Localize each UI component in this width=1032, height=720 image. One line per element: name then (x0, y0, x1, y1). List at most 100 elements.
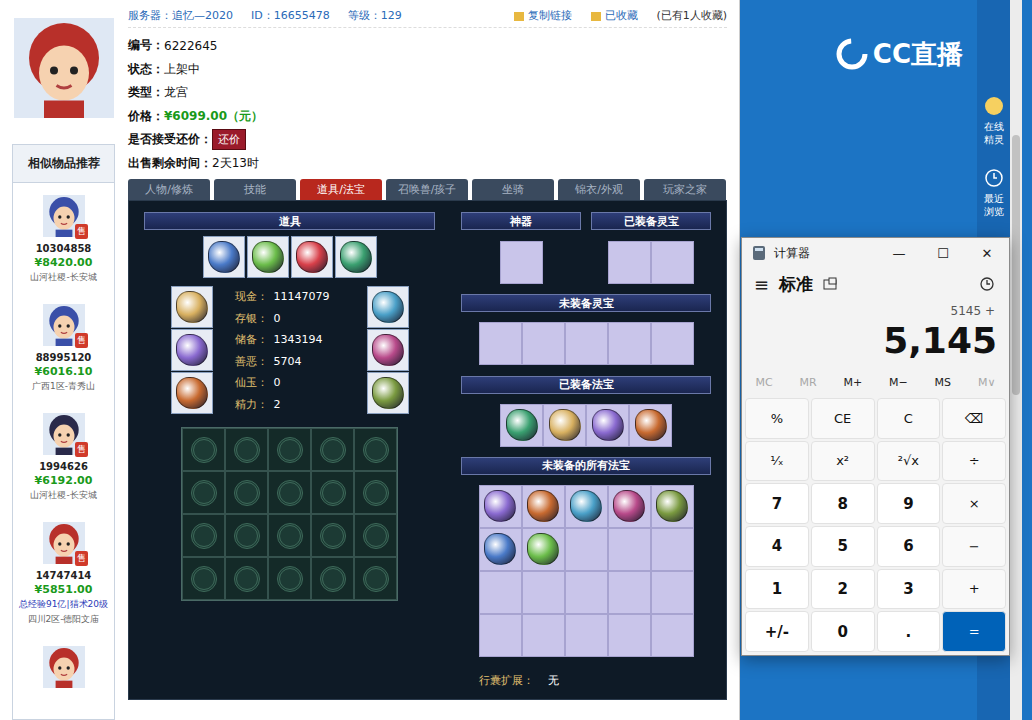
memory-button[interactable]: M∨ (978, 376, 996, 389)
side-button[interactable]: 最近浏览 (977, 164, 1010, 222)
bag-slot[interactable] (225, 471, 268, 514)
tab[interactable]: 人物/修炼 (128, 179, 210, 200)
sidebar-item[interactable]: 售1994626¥6192.00山河社稷-长安城 (13, 401, 114, 510)
memory-button[interactable]: M+ (843, 376, 862, 389)
side-button[interactable]: 在线精灵 (977, 92, 1010, 150)
bag-slot[interactable] (354, 471, 397, 514)
treasure-slot[interactable] (608, 614, 651, 657)
treasure-slot[interactable] (651, 571, 694, 614)
scrollbar[interactable] (1010, 0, 1022, 720)
treasure-slot[interactable] (651, 485, 694, 528)
bag-slot[interactable] (268, 428, 311, 471)
key-button[interactable]: % (745, 398, 809, 439)
tab[interactable]: 锦衣/外观 (558, 179, 640, 200)
treasure-slot[interactable] (608, 571, 651, 614)
bag-slot[interactable] (268, 471, 311, 514)
bag-slot[interactable] (311, 471, 354, 514)
treasure-slot[interactable] (565, 322, 608, 365)
item-slot[interactable] (291, 236, 333, 278)
key-button[interactable]: 0 (811, 611, 875, 652)
treasure-slot[interactable] (608, 485, 651, 528)
key-button[interactable]: 7 (745, 483, 809, 524)
treasure-slot[interactable] (608, 241, 651, 284)
sidebar-item[interactable]: 售10304858¥8420.00山河社稷-长安城 (13, 183, 114, 292)
key-button[interactable]: ¹⁄ₓ (745, 441, 809, 482)
window-control[interactable]: ✕ (965, 246, 1009, 261)
key-button[interactable]: 1 (745, 569, 809, 610)
treasure-slot[interactable] (565, 485, 608, 528)
item-slot[interactable] (171, 372, 213, 414)
key-button[interactable]: x² (811, 441, 875, 482)
tab[interactable]: 坐骑 (472, 179, 554, 200)
item-slot[interactable] (203, 236, 245, 278)
cc-logo[interactable]: CC直播 (835, 34, 963, 74)
bag-slot[interactable] (268, 514, 311, 557)
item-slot[interactable] (335, 236, 377, 278)
bag-slot[interactable] (311, 428, 354, 471)
treasure-slot[interactable] (522, 614, 565, 657)
sidebar-item[interactable]: 售88995120¥6016.10广西1区-青秀山 (13, 292, 114, 401)
memory-button[interactable]: MR (799, 376, 816, 389)
key-button[interactable]: +/- (745, 611, 809, 652)
treasure-slot[interactable] (500, 241, 543, 284)
bag-slot[interactable] (354, 514, 397, 557)
treasure-slot[interactable] (543, 404, 586, 447)
treasure-slot[interactable] (651, 614, 694, 657)
key-button[interactable]: = (942, 611, 1006, 652)
key-button[interactable]: 5 (811, 526, 875, 567)
treasure-slot[interactable] (565, 614, 608, 657)
treasure-slot[interactable] (479, 528, 522, 571)
key-button[interactable]: 8 (811, 483, 875, 524)
bag-slot[interactable] (268, 557, 311, 600)
treasure-slot[interactable] (479, 485, 522, 528)
bag-slot[interactable] (225, 514, 268, 557)
item-slot[interactable] (367, 286, 409, 328)
item-slot[interactable] (367, 372, 409, 414)
window-control[interactable]: — (877, 246, 921, 261)
key-button[interactable]: . (877, 611, 941, 652)
key-button[interactable]: − (942, 526, 1006, 567)
key-button[interactable]: 9 (877, 483, 941, 524)
item-slot[interactable] (171, 286, 213, 328)
memory-button[interactable]: MS (935, 376, 951, 389)
bag-slot[interactable] (182, 557, 225, 600)
key-button[interactable]: ⌫ (942, 398, 1006, 439)
key-button[interactable]: 6 (877, 526, 941, 567)
menu-button[interactable]: ≡ (754, 274, 769, 295)
keep-on-top-icon[interactable] (823, 277, 837, 291)
item-slot[interactable] (247, 236, 289, 278)
bag-slot[interactable] (311, 514, 354, 557)
sidebar-item[interactable] (13, 634, 114, 696)
bag-slot[interactable] (182, 514, 225, 557)
bag-slot[interactable] (225, 557, 268, 600)
favorite-button[interactable]: 已收藏 (590, 8, 638, 23)
item-slot[interactable] (367, 329, 409, 371)
treasure-slot[interactable] (651, 528, 694, 571)
treasure-slot[interactable] (479, 571, 522, 614)
copy-link-button[interactable]: 复制链接 (513, 8, 572, 23)
bag-slot[interactable] (354, 428, 397, 471)
key-button[interactable]: ÷ (942, 441, 1006, 482)
treasure-slot[interactable] (479, 614, 522, 657)
counter-offer-button[interactable]: 还价 (212, 129, 246, 150)
tab[interactable]: 玩家之家 (644, 179, 726, 200)
treasure-slot[interactable] (565, 571, 608, 614)
treasure-slot[interactable] (522, 528, 565, 571)
memory-button[interactable]: MC (755, 376, 772, 389)
key-button[interactable]: C (877, 398, 941, 439)
treasure-slot[interactable] (586, 404, 629, 447)
treasure-slot[interactable] (522, 485, 565, 528)
key-button[interactable]: ²√x (877, 441, 941, 482)
tab[interactable]: 道具/法宝 (300, 179, 382, 200)
key-button[interactable]: 3 (877, 569, 941, 610)
tab[interactable]: 召唤兽/孩子 (386, 179, 468, 200)
bag-slot[interactable] (311, 557, 354, 600)
treasure-slot[interactable] (651, 241, 694, 284)
treasure-slot[interactable] (522, 571, 565, 614)
key-button[interactable]: 2 (811, 569, 875, 610)
key-button[interactable]: 4 (745, 526, 809, 567)
treasure-slot[interactable] (629, 404, 672, 447)
treasure-slot[interactable] (522, 322, 565, 365)
treasure-slot[interactable] (608, 322, 651, 365)
treasure-slot[interactable] (608, 528, 651, 571)
